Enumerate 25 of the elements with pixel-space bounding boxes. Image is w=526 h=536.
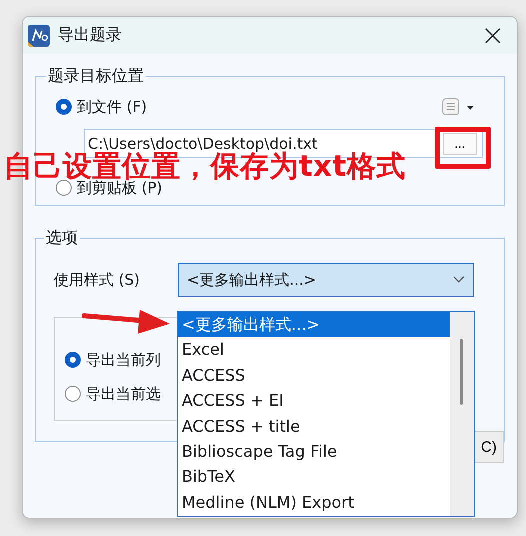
browse-button[interactable]: ...: [443, 132, 477, 154]
dropdown-item[interactable]: Excel: [178, 337, 450, 363]
radio-option[interactable]: 到文件 (F): [56, 95, 148, 119]
dropdown-item[interactable]: ACCESS + title: [178, 414, 450, 439]
document-dropdown-icon[interactable]: [442, 98, 476, 116]
close-icon[interactable]: [485, 28, 501, 44]
scrollbar[interactable]: [450, 312, 474, 516]
app-logo-icon: [28, 24, 50, 46]
radio-option[interactable]: 导出当前列: [65, 348, 181, 372]
group-legend: 选项: [44, 228, 80, 249]
dropdown-item[interactable]: <更多输出样式...>: [178, 312, 450, 338]
dropdown-item[interactable]: Medline (NLM) Export: [178, 490, 450, 516]
dropdown-item[interactable]: ACCESS + EI: [178, 388, 450, 414]
dropdown-item[interactable]: BibTeX: [178, 464, 450, 490]
window-title: 导出题录: [58, 25, 123, 46]
annotation-text: 自己设置位置，保存为txt格式: [4, 152, 406, 181]
highlight-frame: [435, 127, 491, 169]
chevron-down-icon[interactable]: [453, 276, 465, 284]
dropdown-item[interactable]: Biblioscape Tag File: [178, 438, 450, 464]
radio-option[interactable]: 导出当前选: [65, 382, 181, 406]
style-label: 使用样式 (S): [54, 270, 141, 290]
group-legend: 题录目标位置: [46, 66, 146, 87]
style-combo[interactable]: <更多输出样式...>: [178, 263, 474, 297]
dropdown-item[interactable]: ACCESS: [178, 362, 450, 388]
file-path-field[interactable]: C:\Users\docto\Desktop\doi.txt: [85, 134, 443, 152]
